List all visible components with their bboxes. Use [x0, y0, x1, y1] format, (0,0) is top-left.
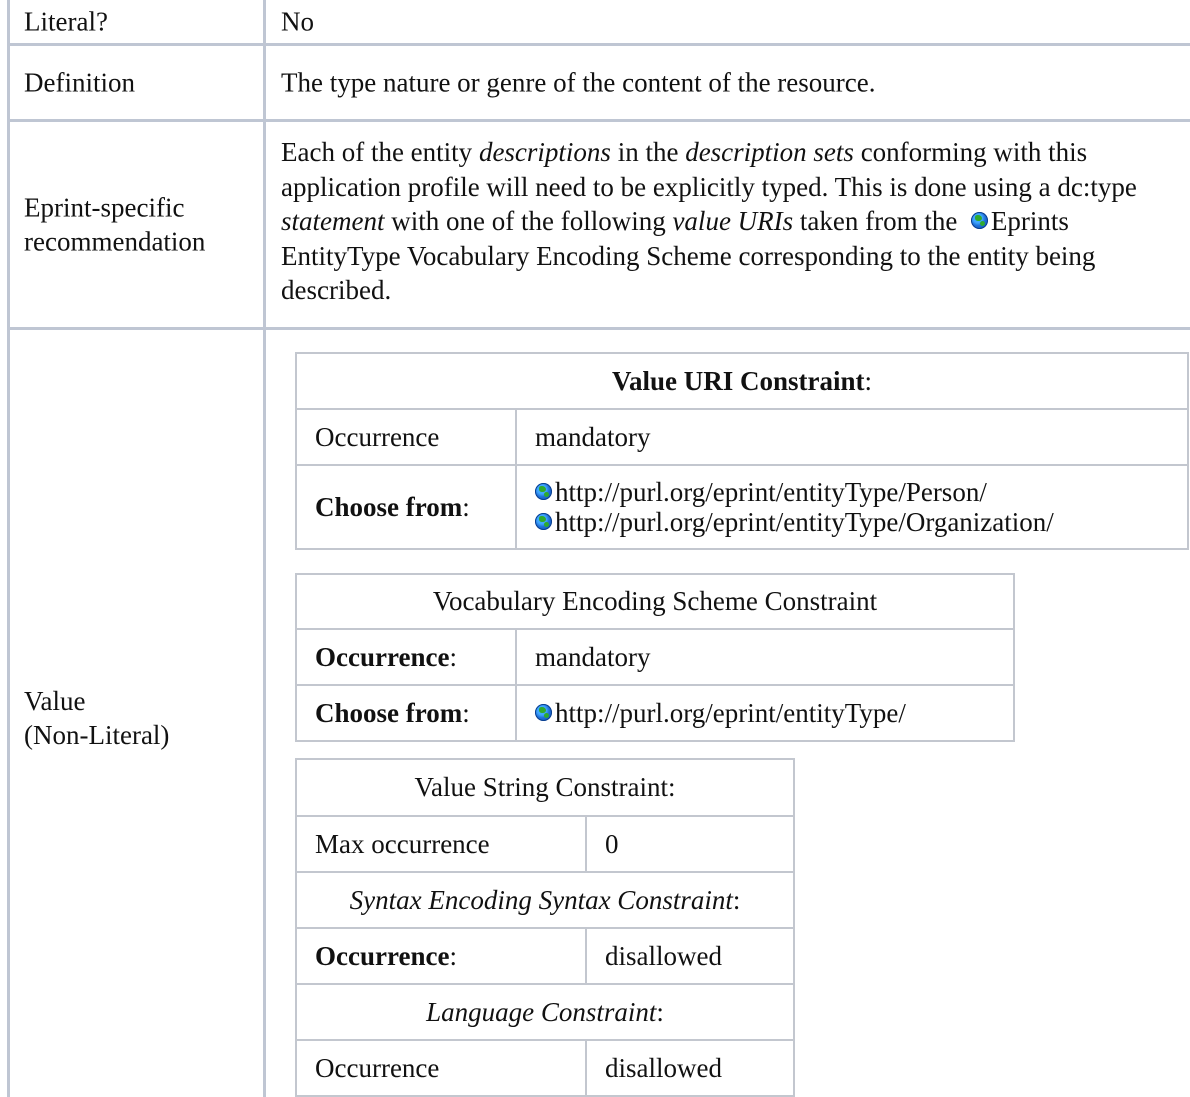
syntax-constraint-title: Syntax Encoding Syntax Constraint: [295, 871, 795, 929]
ves-uri-link[interactable]: http://purl.org/eprint/entityType/ [555, 698, 906, 728]
column-divider [263, 330, 266, 1097]
row-value-nonliteral: Value (Non-Literal) Value URI Constraint… [10, 330, 1190, 1097]
row-label-definition: Definition [24, 67, 135, 97]
row-label-literal: Literal? [24, 6, 108, 37]
uri-organization-link[interactable]: http://purl.org/eprint/entityType/Organi… [555, 507, 1054, 537]
term-description-sets: description sets [685, 137, 854, 167]
choose-from-label: Choose from: [295, 464, 517, 550]
row-value-recommendation: Each of the entity descriptions in the d… [281, 135, 1187, 308]
globe-icon [535, 513, 552, 530]
term-descriptions: descriptions [478, 137, 611, 167]
uri-list: http://purl.org/eprint/entityType/Person… [515, 464, 1189, 550]
label-line: (Non-Literal) [24, 720, 170, 750]
value-uri-constraint-title: Value URI Constraint: [295, 352, 1189, 410]
text: with one of the following [384, 206, 673, 236]
ves-uri[interactable]: http://purl.org/eprint/entityType/ [515, 684, 1015, 742]
ves-constraint-title: Vocabulary Encoding Scheme Constraint [295, 573, 1015, 630]
ves-occurrence-label: Occurrence: [295, 628, 517, 686]
language-constraint-title: Language Constraint: [295, 983, 795, 1041]
uri-person[interactable]: http://purl.org/eprint/entityType/Person… [535, 477, 1169, 507]
globe-icon [535, 483, 552, 500]
property-table: Literal? No Definition The type nature o… [7, 0, 1190, 1097]
text: in the [610, 137, 686, 167]
uri-person-link[interactable]: http://purl.org/eprint/entityType/Person… [555, 477, 987, 507]
value-string-constraint-table: Value String Constraint: Max occurrence … [295, 758, 795, 1097]
row-literal: Literal? No [10, 0, 1190, 46]
ves-occurrence-value: mandatory [515, 628, 1015, 686]
globe-icon [970, 212, 988, 229]
row-label-recommendation: Eprint-specific recommendation [24, 190, 205, 259]
column-divider [263, 0, 266, 43]
column-divider [263, 122, 266, 327]
occurrence-value: mandatory [515, 408, 1189, 466]
row-value-literal: No [281, 6, 314, 37]
syntax-occurrence-value: disallowed [585, 927, 795, 985]
language-occurrence-value: disallowed [585, 1039, 795, 1097]
value-string-constraint-title: Value String Constraint: [295, 758, 795, 817]
label-line: Value [24, 686, 86, 716]
row-label-value: Value (Non-Literal) [24, 684, 169, 752]
text: Each of the entity [281, 137, 479, 167]
column-divider [263, 46, 266, 119]
language-occurrence-label: Occurrence [295, 1039, 587, 1097]
term-statement: statement [281, 206, 385, 236]
globe-icon [535, 703, 552, 721]
label-line: recommendation [24, 226, 206, 257]
row-recommendation: Eprint-specific recommendation Each of t… [10, 122, 1190, 330]
uri-organization[interactable]: http://purl.org/eprint/entityType/Organi… [535, 507, 1169, 537]
ves-constraint-table: Vocabulary Encoding Scheme Constraint Oc… [295, 573, 1015, 742]
value-uri-constraint-table: Value URI Constraint: Occurrence mandato… [295, 352, 1189, 550]
max-occurrence-value: 0 [585, 815, 795, 873]
row-definition: Definition The type nature or genre of t… [10, 46, 1190, 122]
syntax-occurrence-label: Occurrence: [295, 927, 587, 985]
occurrence-label: Occurrence [295, 408, 517, 466]
row-value-definition: The type nature or genre of the content … [281, 67, 876, 97]
max-occurrence-label: Max occurrence [295, 815, 587, 873]
text: taken from the [793, 206, 965, 236]
ves-choose-from-label: Choose from: [295, 684, 517, 742]
term-value-uris: value URIs [672, 206, 794, 236]
label-line: Eprint-specific [24, 192, 185, 222]
